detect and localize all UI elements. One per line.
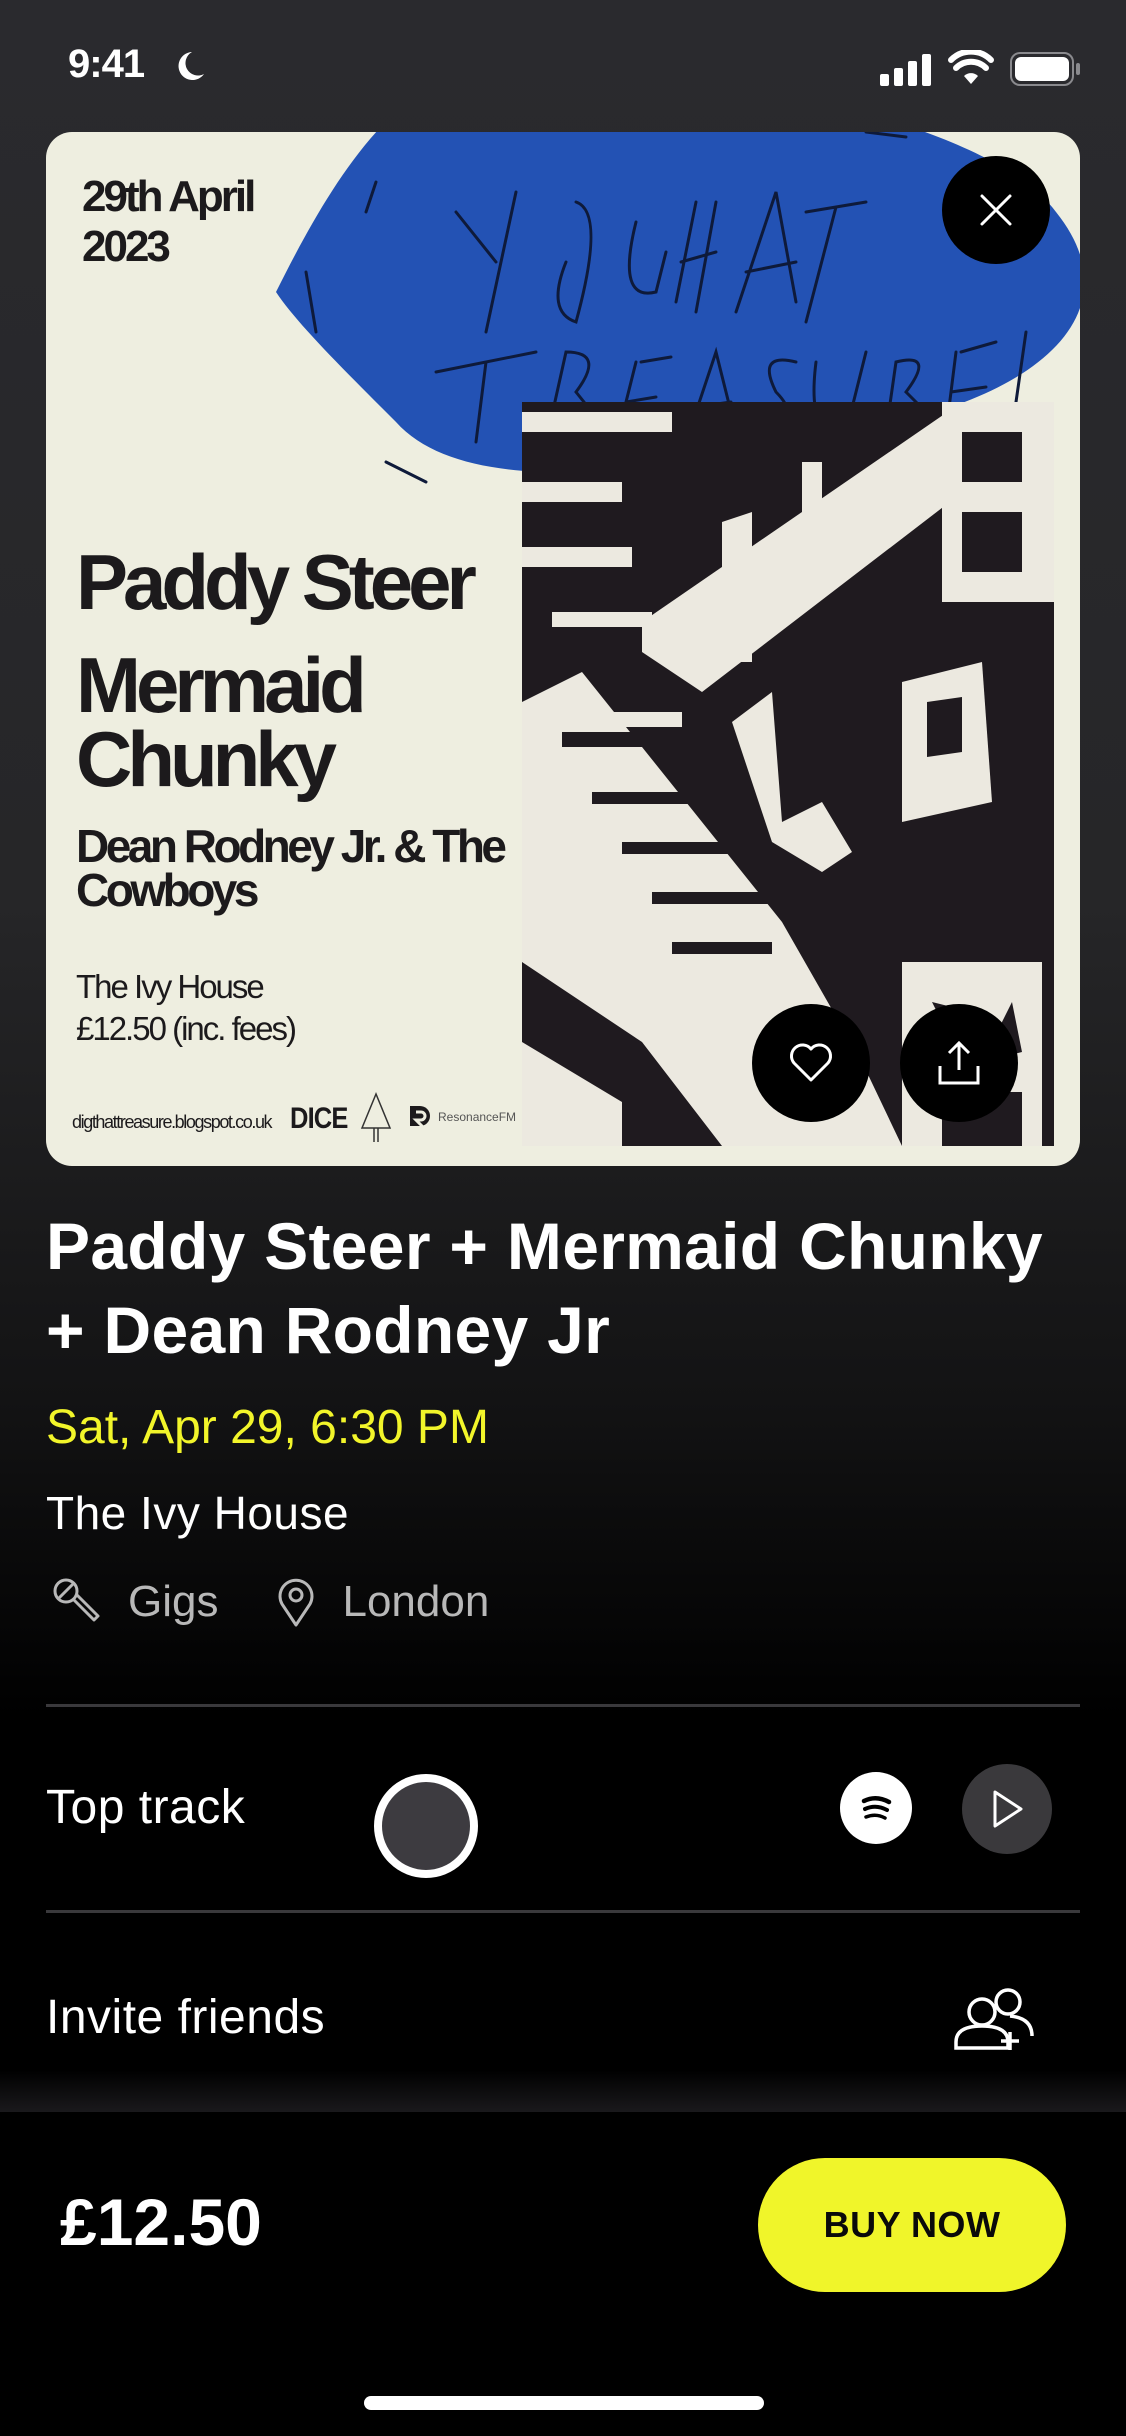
poster-date-day: 29th April (82, 172, 256, 221)
poster-url: digthattreasure.blogspot.co.uk (72, 1112, 273, 1132)
location-tag[interactable]: London (276, 1576, 489, 1628)
close-button[interactable] (942, 156, 1050, 264)
poster-artist-2: Mermaid Chunky (76, 641, 367, 803)
event-datetime: Sat, Apr 29, 6:30 PM (46, 1401, 489, 1454)
event-meta: Gigs London (52, 1576, 489, 1628)
battery-icon (1010, 52, 1080, 86)
microphone-icon (53, 1578, 100, 1622)
divider (46, 1910, 1080, 1913)
wifi-icon (948, 50, 994, 84)
favorite-button[interactable] (752, 1004, 870, 1122)
poster-artist-1: Paddy Steer (76, 538, 477, 626)
buy-now-button[interactable]: BUY NOW (758, 2158, 1066, 2292)
divider (46, 1704, 1080, 1707)
top-track-label: Top track (46, 1781, 246, 1834)
play-button[interactable] (962, 1764, 1052, 1854)
signal-icon (880, 54, 931, 86)
poster-date: 29th April 2023 (82, 172, 256, 272)
spotify-button[interactable] (840, 1772, 912, 1844)
poster-venue: The Ivy House (76, 968, 265, 1005)
top-track-artwork[interactable] (374, 1774, 478, 1878)
tree-logo-icon (360, 1092, 392, 1142)
resonance-r-icon (410, 1106, 430, 1130)
status-time: 9:41 (68, 42, 145, 86)
event-venue[interactable]: The Ivy House (46, 1486, 349, 1540)
poster-artist-3: Dean Rodney Jr. & The Cowboys (76, 820, 507, 916)
spotify-icon (861, 1796, 892, 1820)
resonance-text: ResonanceFM (438, 1110, 517, 1124)
category-label: Gigs (128, 1577, 219, 1626)
city-label: London (342, 1577, 490, 1626)
dice-logo: DICE (290, 1102, 348, 1135)
share-button[interactable] (900, 1004, 1018, 1122)
share-icon (938, 1040, 980, 1085)
heart-icon (790, 1043, 832, 1082)
event-poster-image: 29th April 2023 Paddy Steer Mermaid Chun… (46, 132, 1080, 1166)
footer-price: £12.50 (60, 2185, 262, 2259)
invite-friends-row[interactable]: Invite friends (46, 1990, 325, 2045)
location-pin-icon (279, 1578, 314, 1627)
play-icon (993, 1790, 1023, 1828)
close-icon (980, 194, 1012, 226)
footer-separator (0, 2070, 1126, 2112)
home-indicator[interactable] (364, 2396, 764, 2410)
event-title: Paddy Steer + Mermaid Chunky + Dean Rodn… (46, 1209, 1043, 1367)
poster-venue-price: The Ivy House £12.50 (inc. fees) (76, 966, 297, 1050)
poster-date-year: 2023 (82, 222, 171, 271)
resonance-logo: ResonanceFM (408, 1104, 516, 1130)
add-friends-icon[interactable] (952, 1986, 1038, 2052)
category-tag[interactable]: Gigs (52, 1577, 218, 1627)
poster-price: £12.50 (inc. fees) (76, 1010, 297, 1047)
moon-icon (178, 52, 204, 80)
status-bar: 9:41 (0, 0, 1126, 130)
